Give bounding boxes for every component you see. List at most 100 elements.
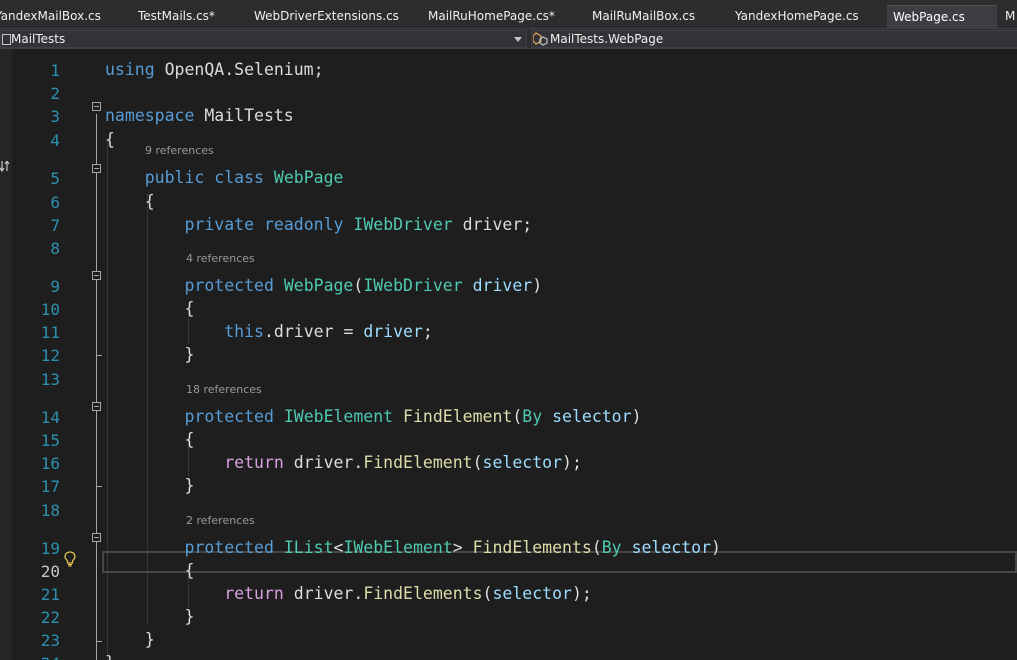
code-token: >	[452, 538, 473, 557]
class-icon	[533, 32, 548, 46]
outline-end-tick	[96, 355, 102, 356]
code-line[interactable]: }	[105, 607, 194, 626]
code-token: );	[571, 584, 592, 603]
line-number: 3	[50, 107, 60, 126]
member-dropdown[interactable]: MailTests.WebPage	[531, 30, 1017, 48]
line-number: 18	[40, 501, 60, 520]
collapse-constructor-toggle[interactable]	[92, 271, 101, 280]
code-token: using	[105, 60, 155, 79]
code-token: WebPage	[273, 168, 344, 187]
code-line[interactable]: {	[105, 192, 155, 211]
code-token: IList	[283, 538, 334, 557]
code-token: namespace	[105, 106, 195, 125]
code-token: selector	[552, 407, 632, 426]
code-token: IWebDriver	[353, 215, 453, 234]
code-token: driver	[363, 322, 423, 341]
line-number: 24	[20, 654, 60, 660]
code-token: {	[105, 561, 195, 580]
line-number: 6	[50, 193, 60, 212]
code-token: protected	[184, 276, 274, 295]
code-editor[interactable]: 9 references 4 references 18 references …	[0, 49, 1017, 660]
tab-yandexhomepage[interactable]: YandexHomePage.cs	[731, 5, 881, 28]
project-name: MailTests	[11, 32, 66, 46]
line-number: 23	[40, 631, 60, 650]
code-line[interactable]: return driver.FindElement(selector);	[105, 453, 582, 472]
line-number: 16	[40, 454, 60, 473]
code-line[interactable]: {	[105, 430, 194, 449]
project-dropdown[interactable]: MailTests	[0, 30, 527, 48]
code-line[interactable]: }	[105, 630, 155, 649]
code-token: public	[144, 168, 205, 187]
line-number: 1	[50, 61, 60, 80]
code-line[interactable]: return driver.FindElements(selector);	[105, 584, 592, 603]
line-number: 10	[40, 300, 60, 319]
chevron-down-icon	[514, 37, 522, 42]
tab-mailruhomepage[interactable]: MailRuHomePage.cs*	[424, 5, 576, 28]
collapse-namespace-toggle[interactable]	[92, 102, 101, 111]
code-line[interactable]: protected IWebElement FindElement(By sel…	[105, 407, 642, 426]
code-line[interactable]: protected WebPage(IWebDriver driver)	[105, 276, 542, 295]
code-line[interactable]: private readonly IWebDriver driver;	[105, 215, 532, 234]
tab-mailrumailbox[interactable]: MailRuMailBox.cs	[588, 5, 720, 28]
line-number: 9	[50, 277, 60, 296]
code-token: private	[184, 215, 255, 234]
collapse-findelement-toggle[interactable]	[92, 402, 101, 411]
code-token: class	[214, 168, 264, 187]
line-number: 19	[40, 539, 60, 558]
codelens-references[interactable]: 18 references	[186, 383, 262, 396]
code-token: driver	[472, 276, 533, 295]
code-line[interactable]: public class WebPage	[105, 168, 344, 187]
tab-webpage[interactable]: WebPage.cs	[887, 5, 997, 28]
line-number: 13	[40, 370, 60, 389]
codelens-references[interactable]: 2 references	[186, 514, 255, 527]
code-line[interactable]: protected IList<IWebElement> FindElement…	[105, 538, 721, 557]
tab-testmails[interactable]: TestMails.cs*	[134, 5, 242, 28]
lightbulb-icon[interactable]	[64, 551, 76, 567]
tab-yandexmailbox[interactable]: YandexMailBox.cs	[0, 5, 130, 28]
code-token: )	[711, 538, 721, 557]
code-line[interactable]: }	[105, 345, 194, 364]
code-token: FindElements	[363, 584, 483, 603]
line-number: 4	[50, 131, 60, 150]
code-token: this	[224, 322, 264, 341]
line-number: 22	[40, 608, 60, 627]
tab-webdriverextensions[interactable]: WebDriverExtensions.cs	[250, 5, 412, 28]
member-name: MailTests.WebPage	[550, 32, 664, 46]
codelens-references[interactable]: 4 references	[186, 252, 255, 265]
code-line[interactable]: {	[105, 130, 115, 149]
code-line[interactable]: {	[105, 561, 194, 580]
code-token: .driver =	[263, 322, 364, 341]
code-line[interactable]: this.driver = driver;	[105, 322, 433, 341]
code-token: OpenQA.Selenium;	[154, 60, 324, 79]
collapse-class-toggle[interactable]	[92, 164, 101, 173]
code-token: );	[562, 453, 582, 472]
code-token: }	[105, 653, 115, 660]
code-line[interactable]: }	[105, 476, 194, 495]
code-line[interactable]: }	[105, 653, 115, 660]
code-token: (	[472, 453, 483, 472]
code-line[interactable]: namespace MailTests	[105, 106, 294, 125]
code-line[interactable]: {	[105, 299, 194, 318]
codelens-references[interactable]: 9 references	[145, 144, 214, 157]
code-token: selector	[492, 584, 572, 603]
code-token: IWebElement	[343, 538, 453, 557]
tab-overflow[interactable]: M	[1002, 5, 1017, 28]
line-number: 12	[40, 346, 60, 365]
code-token: {	[105, 299, 195, 318]
code-token: )	[631, 407, 642, 426]
line-number: 20	[40, 562, 60, 581]
code-token: WebPage	[283, 276, 354, 295]
collapse-findelements-toggle[interactable]	[92, 533, 101, 542]
code-token: }	[105, 476, 195, 495]
code-line[interactable]: using OpenQA.Selenium;	[105, 60, 324, 79]
navigation-bar: MailTests MailTests.WebPage	[0, 28, 1017, 49]
